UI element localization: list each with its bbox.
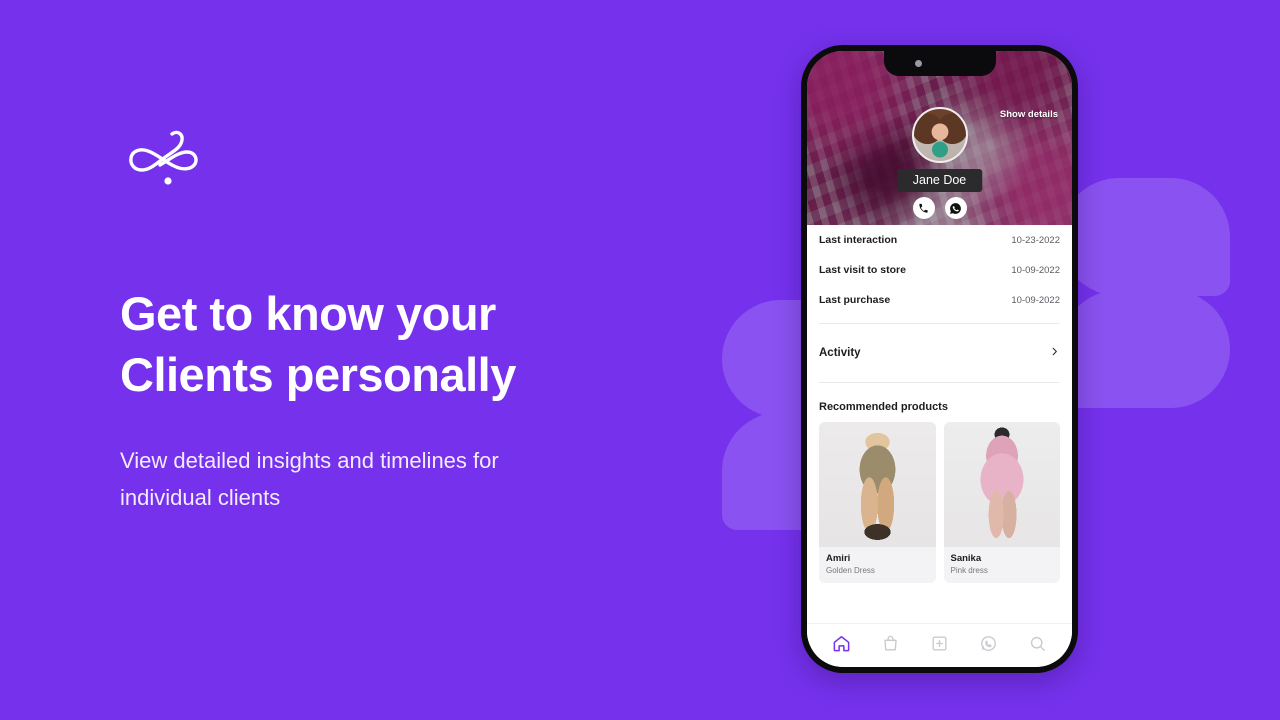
divider [819,323,1060,324]
client-avatar[interactable] [911,107,968,163]
product-description: Golden Dress [826,566,875,575]
nav-home[interactable] [832,634,851,653]
chevron-right-icon [1049,344,1060,362]
decor-pill-right-top [1060,178,1230,296]
phone-mockup: Show details Jane Doe Last interaction 1… [801,45,1078,673]
recommended-products-title: Recommended products [819,401,948,413]
detail-label: Last interaction [819,234,898,246]
nav-bag[interactable] [881,634,900,653]
quick-actions [912,197,967,219]
detail-value: 10-09-2022 [1011,294,1060,306]
detail-row: Last interaction 10-23-2022 [819,225,1060,255]
product-card[interactable]: Sanika Pink dress [943,422,1060,583]
product-name: Amiri [826,553,851,564]
divider [819,382,1060,383]
brand-flourish-logo [120,122,220,194]
nav-search[interactable] [1028,634,1047,653]
client-details-body: Last interaction 10-23-2022 Last visit t… [807,225,1072,623]
detail-row: Last visit to store 10-09-2022 [819,255,1060,285]
page-subtitle: View detailed insights and timelines for… [120,443,590,517]
nav-whatsapp[interactable] [979,634,998,653]
headline-line-2: Clients personally [120,348,516,402]
page-title: Get to know your Clients personally [120,283,680,405]
activity-label: Activity [819,347,861,359]
detail-label: Last visit to store [819,264,906,276]
subtitle-line-2: individual clients [120,484,281,510]
product-name: Sanika [950,553,982,564]
detail-value: 10-09-2022 [1011,264,1060,276]
activity-row[interactable]: Activity [819,332,1060,374]
nav-add[interactable] [930,634,949,653]
product-meta: Sanika Pink dress [943,547,1060,583]
bottom-navigation [807,623,1072,667]
slide-canvas: Get to know your Clients personally View… [0,0,1280,720]
product-card[interactable]: Amiri Golden Dress [819,422,936,583]
decor-pill-right-bottom [1060,290,1230,408]
phone-screen: Show details Jane Doe Last interaction 1… [807,51,1072,667]
subtitle-line-1: View detailed insights and timelines for [120,448,499,473]
detail-label: Last purchase [819,294,891,306]
detail-row: Last purchase 10-09-2022 [819,285,1060,315]
phone-notch [883,51,996,76]
detail-value: 10-23-2022 [1011,234,1060,246]
client-header: Show details Jane Doe [807,51,1072,225]
headline-line-1: Get to know your [120,287,496,340]
product-card-list: Amiri Golden Dress Sanika Pink dress [819,422,1060,583]
product-image [943,422,1060,547]
call-button[interactable] [912,197,935,219]
whatsapp-button[interactable] [944,197,967,219]
show-details-link[interactable]: Show details [1000,109,1058,120]
product-image [819,422,936,547]
product-description: Pink dress [950,566,988,575]
hero-column: Get to know your Clients personally View… [120,0,720,720]
front-camera-icon [914,60,922,67]
product-meta: Amiri Golden Dress [819,547,936,583]
client-name-chip: Jane Doe [896,169,983,192]
